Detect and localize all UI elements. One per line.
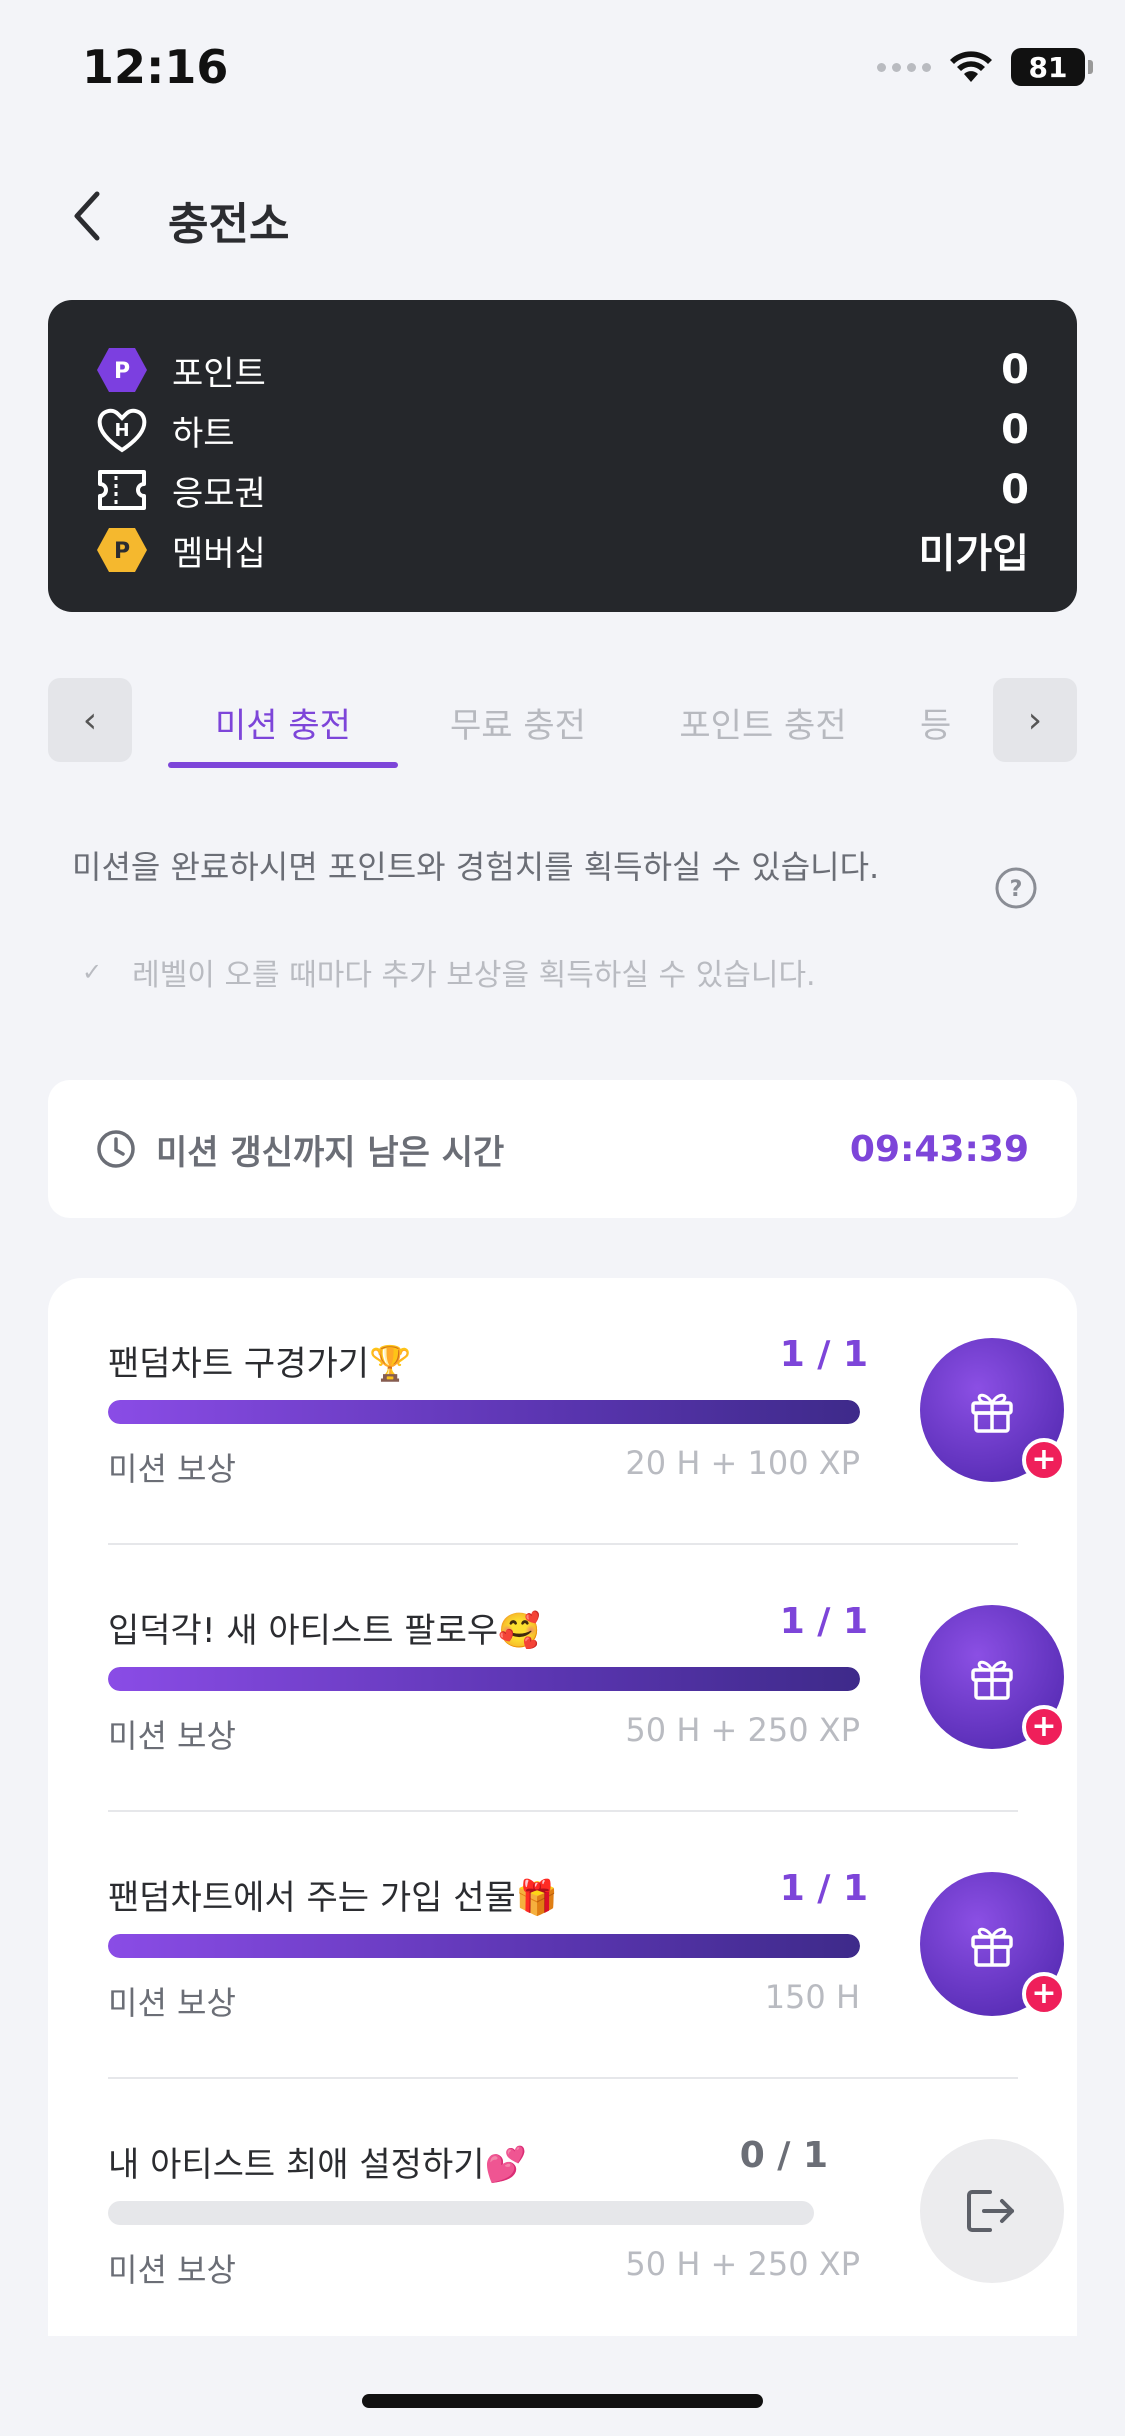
wallet-label: 멤버십	[172, 533, 266, 574]
mission-progress-fill	[108, 1667, 860, 1691]
mission-title: 팬덤차트에서 주는 가입 선물🎁	[108, 1878, 559, 1918]
tab-mission-charge[interactable]: 미션 충전	[168, 676, 398, 768]
mission-progress-bar	[108, 1934, 860, 1958]
wallet-value: 0	[1001, 407, 1029, 453]
level-reward-note: ✓ 레벨이 오를 때마다 추가 보상을 획득하실 수 있습니다.	[82, 950, 816, 994]
mission-item: 내 아티스트 최애 설정하기💕 0 / 1 미션 보상 50 H + 250 X…	[108, 2079, 1064, 2336]
reward-value: 150 H	[764, 1978, 860, 2016]
tab-prev-button[interactable]: ‹	[48, 678, 132, 762]
status-icons: 81	[877, 48, 1093, 86]
back-button[interactable]	[58, 188, 114, 244]
reward-value: 50 H + 250 XP	[625, 1711, 860, 1749]
mission-title: 팬덤차트 구경가기🏆	[108, 1344, 412, 1384]
plus-badge-icon: +	[1022, 1438, 1066, 1482]
clock-icon	[97, 1130, 135, 1168]
wifi-icon	[950, 51, 992, 82]
top-header: 충전소	[0, 170, 1125, 260]
status-bar: 12:16 81	[0, 0, 1125, 140]
gift-icon	[971, 1393, 1013, 1433]
wallet-row-heart: H 하트 0	[96, 400, 1029, 460]
timer-label: 미션 갱신까지 남은 시간	[156, 1132, 505, 1173]
mission-progress-count: 1 / 1	[779, 1601, 868, 1642]
wallet-label: 응모권	[172, 473, 266, 514]
gift-icon	[971, 1927, 1013, 1967]
home-indicator	[362, 2394, 763, 2408]
mission-list: 팬덤차트 구경가기🏆 1 / 1 미션 보상 20 H + 100 XP + 입…	[48, 1278, 1077, 2336]
mission-title: 내 아티스트 최애 설정하기💕	[108, 2145, 527, 2185]
mission-progress-bar	[108, 2201, 814, 2225]
mission-title: 입덕각! 새 아티스트 팔로우🥰	[108, 1611, 541, 1651]
mission-refresh-timer: 미션 갱신까지 남은 시간 09:43:39	[48, 1080, 1077, 1218]
reward-label: 미션 보상	[108, 1717, 236, 1755]
chevron-left-icon: ‹	[82, 699, 98, 741]
claim-reward-button[interactable]: +	[920, 1338, 1066, 1482]
wallet-row-point: P 포인트 0	[96, 340, 1029, 400]
wallet-value: 0	[1001, 347, 1029, 393]
svg-text:P: P	[114, 359, 130, 384]
mission-progress-fill	[108, 1400, 860, 1424]
claim-reward-button[interactable]: +	[920, 1605, 1066, 1749]
plus-badge-icon: +	[1022, 1972, 1066, 2016]
svg-text:P: P	[114, 539, 130, 564]
wallet-row-membership: P 멤버십 미가입	[96, 520, 1029, 580]
reward-value: 50 H + 250 XP	[625, 2245, 860, 2283]
wallet-summary-card: P 포인트 0 H 하트 0 응모권 0 P 멤버십 미가입	[48, 300, 1077, 612]
mission-item: 입덕각! 새 아티스트 팔로우🥰 1 / 1 미션 보상 50 H + 250 …	[108, 1545, 1066, 1812]
battery-indicator: 81	[1011, 48, 1093, 86]
reward-value: 20 H + 100 XP	[625, 1444, 860, 1482]
tab-more[interactable]: 등	[920, 676, 952, 768]
tab-next-button[interactable]: ›	[993, 678, 1077, 762]
mission-progress-bar	[108, 1400, 860, 1424]
mission-item: 팬덤차트에서 주는 가입 선물🎁 1 / 1 미션 보상 150 H +	[108, 1812, 1066, 2079]
chevron-left-icon	[74, 191, 100, 241]
mission-progress-count: 1 / 1	[779, 1868, 868, 1909]
gift-icon	[971, 1660, 1013, 1700]
mission-progress-count: 1 / 1	[779, 1334, 868, 1375]
level-reward-text: 레벨이 오를 때마다 추가 보상을 획득하실 수 있습니다.	[132, 958, 816, 993]
reward-label: 미션 보상	[108, 2251, 236, 2289]
status-time: 12:16	[82, 40, 229, 94]
exit-arrow-icon	[967, 2190, 1014, 2232]
claim-reward-button[interactable]: +	[920, 1872, 1066, 2016]
wallet-value: 미가입	[918, 531, 1029, 577]
wallet-row-ticket: 응모권 0	[96, 460, 1029, 520]
plus-badge-icon: +	[1022, 1705, 1066, 1749]
wallet-label: 포인트	[172, 353, 266, 394]
mission-progress-bar	[108, 1667, 860, 1691]
page-title: 충전소	[168, 199, 290, 250]
mission-description: 미션을 완료하시면 포인트와 경험치를 획득하실 수 있습니다.	[72, 848, 880, 886]
wallet-label: 하트	[172, 413, 235, 454]
mission-item: 팬덤차트 구경가기🏆 1 / 1 미션 보상 20 H + 100 XP +	[108, 1278, 1066, 1545]
timer-value: 09:43:39	[849, 1128, 1029, 1170]
mission-progress-fill	[108, 1934, 860, 1958]
point-badge-icon: P	[96, 344, 148, 396]
check-icon: ✓	[82, 958, 103, 986]
ticket-icon	[96, 464, 148, 516]
reward-label: 미션 보상	[108, 1450, 236, 1488]
cellular-signal-icon	[877, 62, 931, 72]
go-to-mission-button[interactable]	[920, 2139, 1064, 2283]
svg-text:?: ?	[1010, 877, 1023, 902]
help-icon[interactable]: ?	[994, 866, 1038, 910]
svg-text:H: H	[114, 420, 129, 441]
reward-label: 미션 보상	[108, 1984, 236, 2022]
chevron-right-icon: ›	[1027, 699, 1043, 741]
heart-badge-icon: H	[96, 404, 148, 456]
tab-free-charge[interactable]: 무료 충전	[408, 676, 628, 768]
membership-badge-icon: P	[96, 524, 148, 576]
mission-progress-count: 0 / 1	[739, 2135, 828, 2176]
tab-point-charge[interactable]: 포인트 충전	[648, 676, 878, 768]
wallet-value: 0	[1001, 467, 1029, 513]
charge-tabs: ‹ 미션 충전 무료 충전 포인트 충전 등 ›	[48, 676, 1077, 768]
